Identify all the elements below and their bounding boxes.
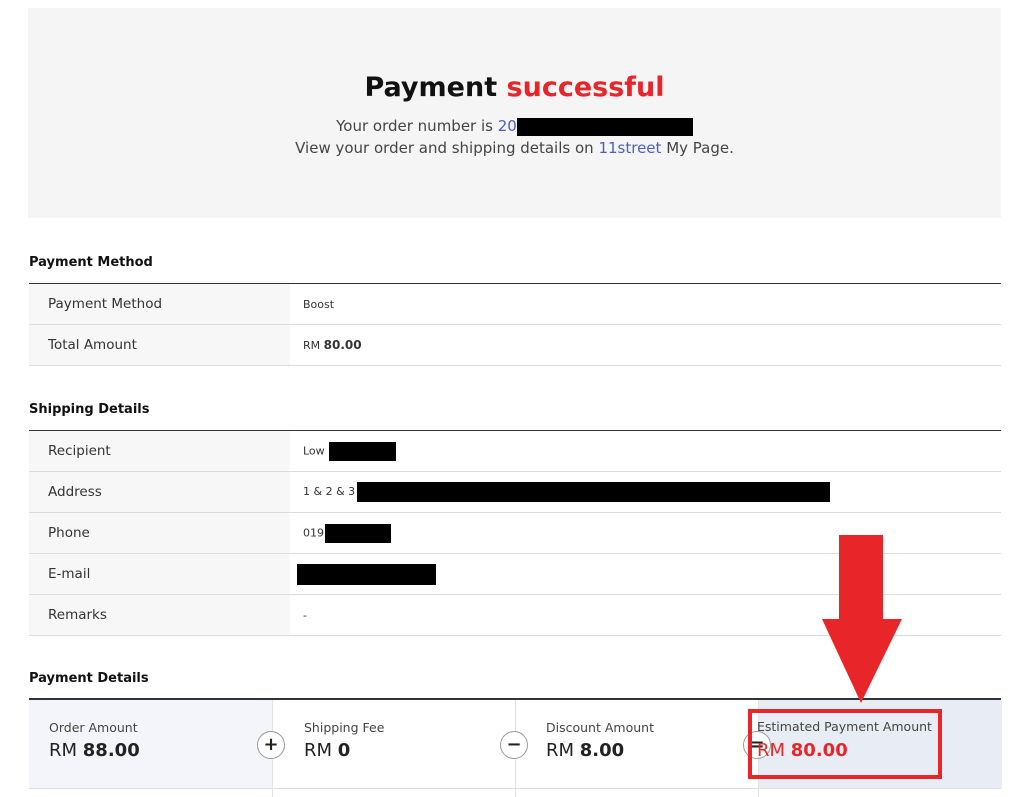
shipping-fee-value: RM 0: [304, 740, 350, 761]
details-prefix: View your order and shipping details on: [295, 139, 594, 157]
order-number-line: Your order number is 20: [28, 117, 1001, 136]
page-title: Payment successful: [28, 72, 1001, 103]
divider: [272, 787, 273, 797]
table-row: Total Amount RM 80.00: [29, 324, 1001, 366]
details-line: View your order and shipping details on …: [28, 139, 1001, 157]
recipient-label: Recipient: [29, 430, 290, 472]
order-number-link[interactable]: 20: [498, 117, 517, 135]
discount-amount-label: Discount Amount: [546, 720, 654, 735]
payment-details-heading: Payment Details: [29, 671, 149, 686]
redaction-bar: [516, 117, 693, 136]
address-value: 1 & 2 & 3: [290, 471, 1001, 513]
address-text: 1 & 2 & 3: [303, 485, 356, 498]
table-row: Payment Method Boost: [29, 283, 1001, 325]
payment-details-row-continuation: [29, 787, 1001, 797]
details-suffix: My Page.: [666, 139, 734, 157]
redaction-bar: [325, 523, 391, 543]
payment-method-value: Boost: [290, 283, 1001, 325]
minus-icon: −: [500, 731, 528, 759]
shipping-fee-cell: Shipping Fee RM 0: [272, 700, 516, 788]
payment-method-heading: Payment Method: [29, 255, 153, 270]
recipient-text: Low: [303, 444, 325, 457]
site-link[interactable]: 11street: [598, 139, 661, 157]
divider: [758, 787, 759, 797]
remarks-label: Remarks: [29, 594, 290, 636]
amount: 8.00: [579, 740, 625, 761]
down-arrow-icon: [822, 535, 902, 703]
table-row: Recipient Low: [29, 430, 1001, 472]
phone-label: Phone: [29, 512, 290, 554]
title-accent: successful: [506, 72, 665, 103]
amount: 88.00: [82, 740, 140, 761]
arrow-shape: [822, 535, 902, 703]
currency: RM: [49, 740, 78, 761]
amount: 0: [337, 740, 351, 761]
order-amount-label: Order Amount: [49, 720, 138, 735]
currency: RM: [303, 339, 321, 352]
shipping-heading: Shipping Details: [29, 402, 150, 417]
currency: RM: [546, 740, 575, 761]
phone-text: 019: [303, 526, 324, 539]
redaction-bar: [297, 563, 436, 585]
highlight-box: [748, 709, 942, 779]
plus-icon: +: [257, 731, 285, 759]
order-amount-cell: Order Amount RM 88.00: [29, 700, 272, 788]
shipping-fee-label: Shipping Fee: [304, 720, 385, 735]
total-amount-value: RM 80.00: [290, 324, 1001, 366]
discount-amount-cell: Discount Amount RM 8.00: [515, 700, 759, 788]
recipient-value: Low: [290, 430, 1001, 472]
address-label: Address: [29, 471, 290, 513]
success-banner: Payment successful Your order number is …: [28, 8, 1001, 218]
amount: 80.00: [323, 338, 362, 352]
order-amount-value: RM 88.00: [49, 740, 140, 761]
payment-method-table: Payment Method Boost Total Amount RM 80.…: [29, 283, 1001, 366]
total-amount-label: Total Amount: [29, 324, 290, 366]
email-label: E-mail: [29, 553, 290, 595]
payment-method-label: Payment Method: [29, 283, 290, 325]
currency: RM: [304, 740, 333, 761]
redaction-bar: [328, 441, 396, 461]
discount-amount-value: RM 8.00: [546, 740, 624, 761]
order-prefix: Your order number is: [336, 117, 493, 135]
title-main: Payment: [364, 72, 498, 103]
redaction-bar: [357, 482, 831, 502]
table-row: Address 1 & 2 & 3: [29, 471, 1001, 513]
divider: [515, 787, 516, 797]
